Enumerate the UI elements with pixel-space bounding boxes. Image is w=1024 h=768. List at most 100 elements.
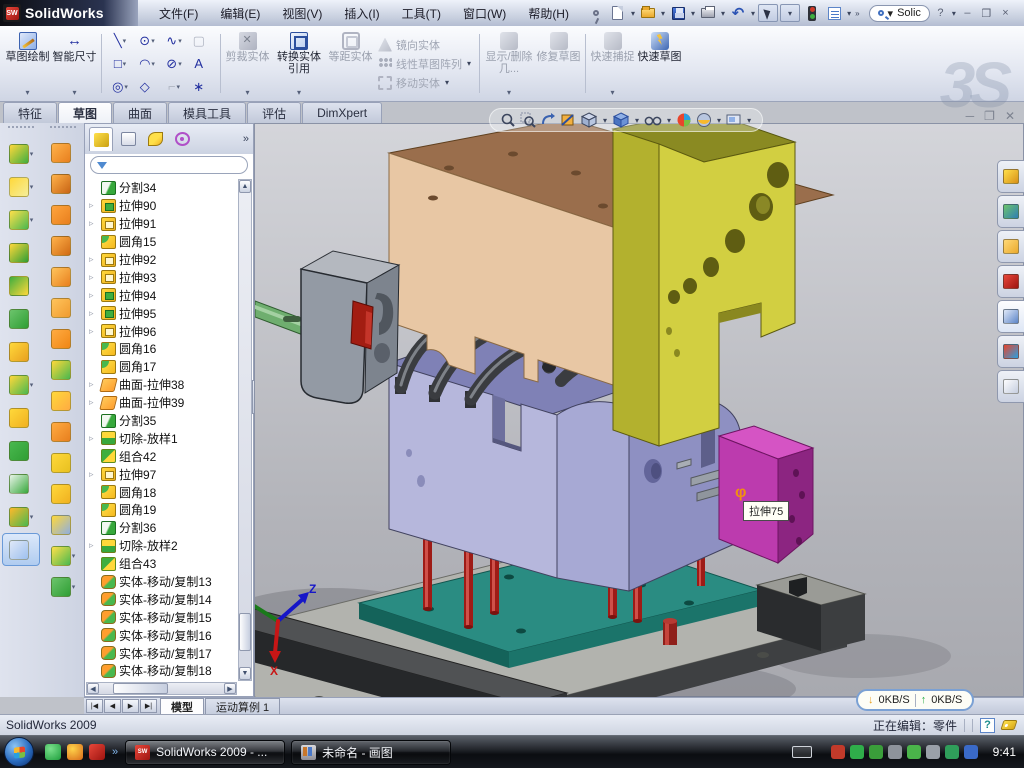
expander-icon[interactable]: ▹	[89, 433, 98, 444]
surface-tool-button[interactable]: ▾	[44, 292, 82, 323]
tree-item[interactable]: ▹ 实体-移动/复制17	[87, 644, 237, 662]
quicklaunch-solidworks-icon[interactable]	[89, 744, 105, 760]
quicklaunch-chevron-icon[interactable]: »	[112, 746, 118, 758]
repair-sketch-button[interactable]: 修复草图	[535, 28, 582, 99]
command-tab[interactable]: 曲面	[113, 102, 167, 123]
tree-item[interactable]: ▹ 分割36	[87, 519, 237, 537]
task-pane-button[interactable]	[997, 300, 1024, 333]
offset-entities-button[interactable]: 等距实体	[327, 28, 374, 99]
undo-button[interactable]: ↶	[728, 4, 748, 22]
tree-item[interactable]: ▹ 分割35	[87, 412, 237, 430]
surface-tool-button[interactable]: ▾	[44, 509, 82, 540]
feature-tool-button[interactable]: ▾	[2, 236, 40, 269]
feature-tool-button[interactable]: ▾	[2, 203, 40, 236]
print-button[interactable]	[698, 4, 718, 22]
pin-icon[interactable]	[586, 4, 606, 22]
doc-minimize-button[interactable]: ─	[966, 110, 975, 122]
tree-item[interactable]: ▹ 组合42	[87, 447, 237, 465]
study-nav-button[interactable]: ◀	[104, 699, 121, 713]
toolbar-overflow-icon[interactable]: »	[855, 9, 859, 18]
tree-item[interactable]: ▹ 拉伸96	[87, 322, 237, 340]
save-button[interactable]	[668, 4, 688, 22]
expander-icon[interactable]: ▹	[89, 272, 98, 283]
tray-icon[interactable]	[907, 745, 921, 759]
study-nav-button[interactable]: ▶|	[140, 699, 157, 713]
edit-appearance-icon[interactable]	[676, 112, 692, 128]
tree-item[interactable]: ▹ 分割34	[87, 179, 237, 197]
surface-tool-button[interactable]: ▾	[44, 385, 82, 416]
tree-item[interactable]: ▹ 曲面-拉伸39	[87, 394, 237, 412]
expander-icon[interactable]: ▹	[89, 469, 98, 480]
expander-icon[interactable]: ▹	[89, 200, 98, 211]
expander-icon[interactable]: ▹	[89, 326, 98, 337]
options-button[interactable]	[824, 4, 844, 22]
zoom-fit-icon[interactable]	[500, 112, 516, 128]
sketch-entity-button[interactable]: ⊘▾	[161, 52, 188, 75]
task-pane-button[interactable]	[997, 160, 1024, 193]
feature-tool-button[interactable]: ▾	[2, 500, 40, 533]
graphics-viewport[interactable]: φ Y Z X	[254, 123, 1024, 697]
feature-tool-button[interactable]: ▾	[2, 269, 40, 302]
tab-feature-manager[interactable]	[89, 127, 113, 151]
tray-icon[interactable]	[850, 745, 864, 759]
tray-icon[interactable]	[964, 745, 978, 759]
surface-tool-button[interactable]: ▾	[44, 478, 82, 509]
hide-show-items-icon[interactable]	[644, 113, 662, 127]
surface-tool-button[interactable]: ▾	[44, 416, 82, 447]
tree-item[interactable]: ▹ 实体-移动/复制13	[87, 573, 237, 591]
tree-item[interactable]: ▹ 拉伸93	[87, 268, 237, 286]
view-settings-icon[interactable]	[726, 113, 742, 127]
surface-tool-button[interactable]: ▾	[44, 230, 82, 261]
rotate-view-icon[interactable]	[540, 112, 556, 128]
select-dropdown[interactable]: ▾	[780, 4, 800, 22]
feature-tool-button[interactable]: ▾	[2, 434, 40, 467]
display-style-icon[interactable]	[612, 112, 630, 128]
feature-tool-button[interactable]: ▾	[2, 335, 40, 368]
task-pane-button[interactable]	[997, 195, 1024, 228]
surface-tool-button[interactable]: ▾	[44, 261, 82, 292]
sketch-entity-button[interactable]: ◇▾	[134, 75, 161, 98]
sketch-button[interactable]: 草图绘制 ▾	[4, 28, 51, 99]
menu-item[interactable]: 视图(V)	[271, 5, 333, 22]
help-button[interactable]: ?	[932, 6, 949, 21]
sketch-entity-button[interactable]: ◎▾	[107, 75, 134, 98]
feature-tool-button[interactable]: ▾	[2, 302, 40, 335]
smart-dimension-button[interactable]: ↔ 智能尺寸 ▾	[51, 28, 98, 99]
menu-item[interactable]: 插入(I)	[333, 5, 390, 22]
tree-item[interactable]: ▹ 圆角19	[87, 501, 237, 519]
apply-scene-icon[interactable]	[696, 112, 712, 128]
toolbar-grip[interactable]	[8, 126, 34, 134]
expander-icon[interactable]: ▹	[89, 254, 98, 265]
feature-tool-button[interactable]: ▾	[2, 170, 40, 203]
tree-item[interactable]: ▹ 组合43	[87, 555, 237, 573]
menu-item[interactable]: 窗口(W)	[452, 5, 517, 22]
open-button[interactable]	[638, 4, 658, 22]
minimize-button[interactable]: –	[959, 6, 976, 21]
tag-icon[interactable]	[1000, 720, 1017, 730]
convert-entities-button[interactable]: 转换实体引用 ▾	[271, 28, 327, 99]
menu-item[interactable]: 编辑(E)	[209, 5, 271, 22]
tree-item[interactable]: ▹ 拉伸97	[87, 465, 237, 483]
tree-item[interactable]: ▹ 切除-放样1	[87, 429, 237, 447]
search-input[interactable]: ▾ Solic	[869, 5, 930, 22]
feature-tool-button[interactable]: ▾	[2, 137, 40, 170]
menu-item[interactable]: 文件(F)	[148, 5, 209, 22]
study-nav-button[interactable]: ▶	[122, 699, 139, 713]
toolbar-grip[interactable]	[50, 126, 76, 134]
tray-icon[interactable]	[869, 745, 883, 759]
trim-entities-button[interactable]: 剪裁实体 ▾	[224, 28, 271, 99]
tray-icon[interactable]	[888, 745, 902, 759]
sketch-entity-button[interactable]: □▾	[107, 52, 134, 75]
menu-item[interactable]: 帮助(H)	[517, 5, 580, 22]
doc-close-button[interactable]: ✕	[1005, 110, 1015, 122]
tree-item[interactable]: ▹ 实体-移动/复制16	[87, 626, 237, 644]
keyboard-layout-icon[interactable]	[792, 746, 812, 758]
gray-clamp-part[interactable]	[301, 251, 399, 403]
status-help-button[interactable]: ?	[980, 718, 995, 733]
expander-icon[interactable]: ▹	[89, 379, 98, 390]
command-tab[interactable]: DimXpert	[302, 102, 382, 123]
view-orientation-icon[interactable]	[580, 112, 598, 128]
sketch-entity-button[interactable]: ∿▾	[161, 29, 188, 52]
quick-snaps-button[interactable]: 快速捕捉 ▾	[589, 28, 636, 99]
start-button[interactable]	[4, 737, 34, 767]
